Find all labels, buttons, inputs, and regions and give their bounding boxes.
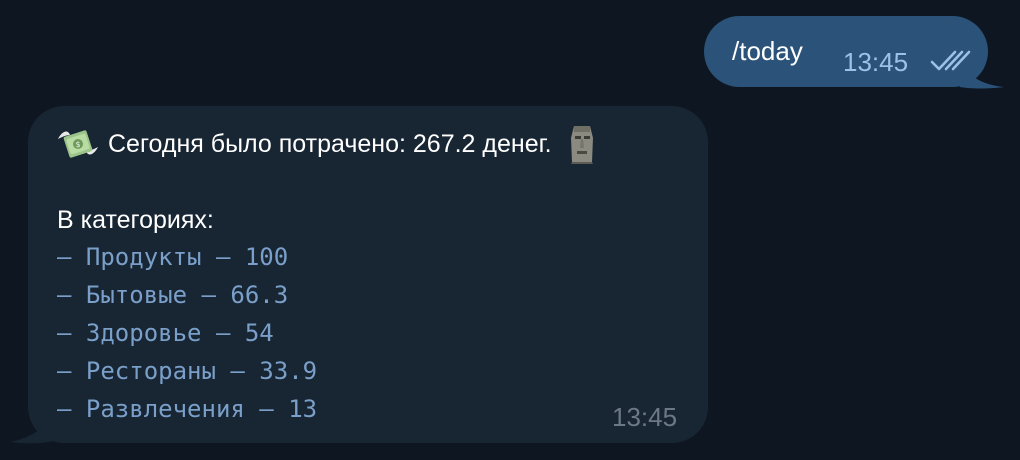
incoming-bubble-tail <box>10 400 56 444</box>
moai-icon <box>566 124 598 164</box>
category-item: — Рестораны — 33.9 <box>57 357 318 385</box>
category-item: — Продукты — 100 <box>57 243 289 271</box>
outgoing-message-time: 13:45 <box>843 47 909 77</box>
double-check-icon <box>930 48 972 74</box>
money-with-wings-icon: $ <box>56 125 100 163</box>
chat-area: /today 13:45 $ Сегодня было потрачено: 2… <box>0 0 1020 460</box>
incoming-summary-text: Сегодня было потрачено: 267.2 денег. <box>108 129 552 158</box>
outgoing-message-text: /today <box>732 36 803 66</box>
categories-label: В категориях: <box>57 206 214 234</box>
category-item: — Здоровье — 54 <box>57 319 274 347</box>
categories-list: — Продукты — 100 — Бытовые — 66.3 — Здор… <box>57 238 317 428</box>
category-item: — Развлечения — 13 <box>57 395 318 423</box>
incoming-summary-line: $ Сегодня было потрачено: 267.2 денег. <box>56 124 598 164</box>
incoming-message-time: 13:45 <box>612 402 678 432</box>
svg-text:$: $ <box>75 140 80 149</box>
category-item: — Бытовые — 66.3 <box>57 281 289 309</box>
